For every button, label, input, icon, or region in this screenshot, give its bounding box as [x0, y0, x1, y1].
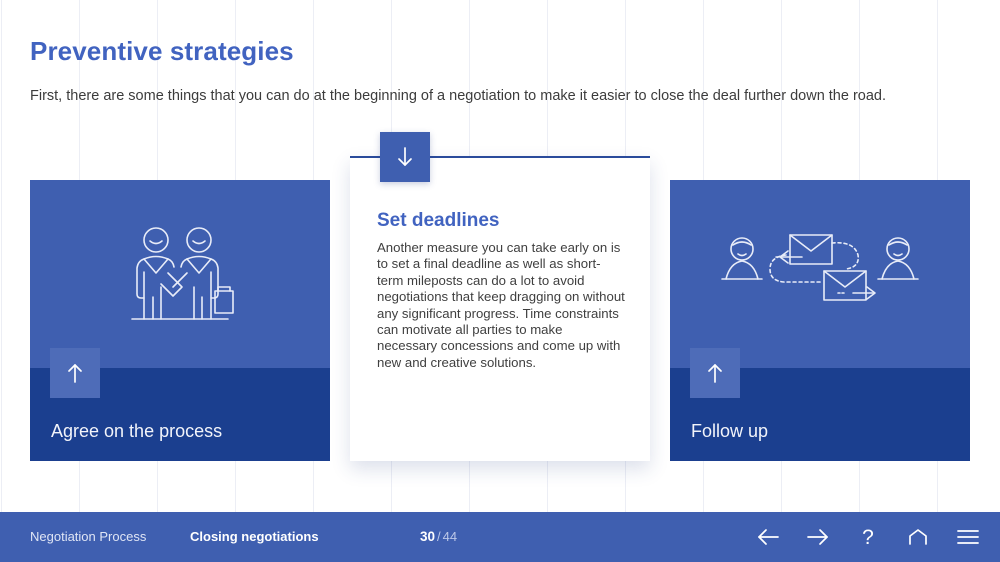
footer-page-indicator: 30/44 [420, 529, 457, 544]
card-agree-on-the-process[interactable]: Agree on the process [30, 180, 330, 461]
handshake-people-icon [30, 180, 330, 370]
slide-canvas: Preventive strategies First, there are s… [0, 0, 1000, 562]
footer-navigation: ? [754, 512, 982, 562]
home-button[interactable] [904, 523, 932, 551]
card-label: Agree on the process [51, 421, 223, 441]
card-follow-up[interactable]: Follow up [670, 180, 970, 461]
page-total: 44 [442, 529, 458, 544]
card-toggle-arrow-down-icon[interactable] [380, 132, 430, 182]
footer-course-name: Negotiation Process [30, 529, 147, 544]
card-label: Follow up [691, 421, 769, 441]
card-title: Set deadlines [377, 210, 500, 231]
page-separator: / [437, 529, 441, 544]
footer-section-name: Closing negotiations [190, 529, 319, 544]
slide-intro-text: First, there are some things that you ca… [30, 88, 887, 104]
card-toggle-arrow-up-icon[interactable] [690, 348, 740, 398]
card-body-text: Another measure you can take early on is… [377, 240, 625, 370]
page-current: 30 [420, 529, 436, 544]
email-exchange-icon [670, 180, 970, 370]
menu-button[interactable] [954, 523, 982, 551]
page-title: Preventive strategies [30, 36, 294, 66]
card-toggle-arrow-up-icon[interactable] [50, 348, 100, 398]
previous-slide-button[interactable] [754, 523, 782, 551]
question-mark-icon: ? [862, 525, 874, 549]
card-set-deadlines[interactable]: Set deadlines Another measure you can ta… [350, 156, 650, 461]
footer-bar: Negotiation Process Closing negotiations… [0, 512, 1000, 562]
help-button[interactable]: ? [854, 523, 882, 551]
strategy-cards-row: Agree on the process Follow up Set deadl… [0, 132, 1000, 462]
next-slide-button[interactable] [804, 523, 832, 551]
